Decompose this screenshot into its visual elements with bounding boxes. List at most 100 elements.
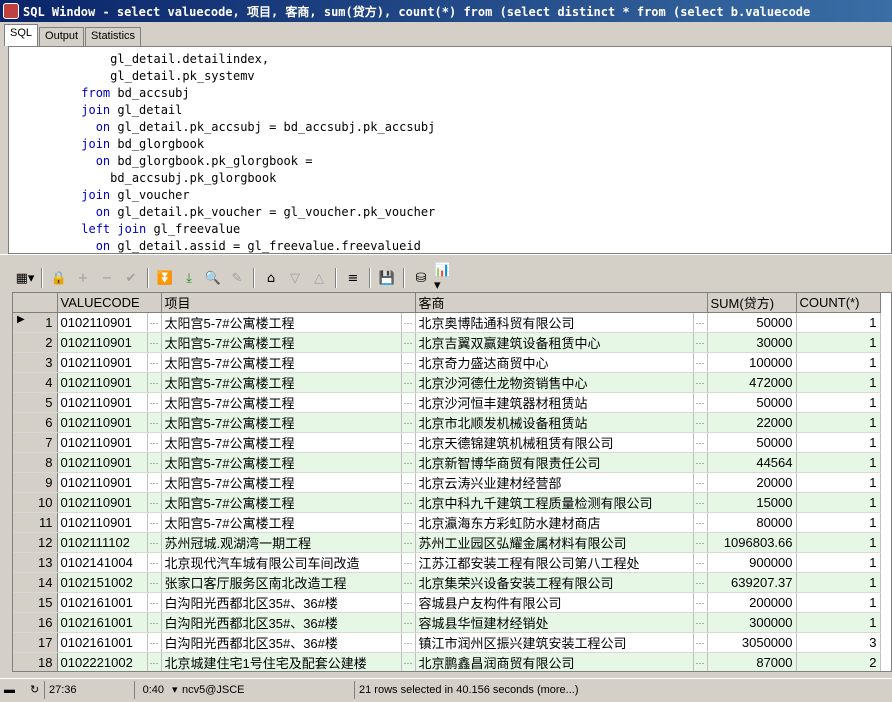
cell-editor-button[interactable]: ··· xyxy=(147,492,162,513)
cell-count[interactable]: 1 xyxy=(796,372,881,393)
cell-editor-button[interactable]: ··· xyxy=(693,632,708,653)
table-row[interactable]: 1 ▶ 0102110901 ··· 太阳宫5-7#公寓楼工程 ··· 北京奥博陆通科贸有限… xyxy=(13,312,881,333)
table-row[interactable]: 13 0102141004 ··· 北京现代汽车城有限公司车间改造 ··· 江苏江都安装工… xyxy=(13,552,881,573)
cell-valuecode[interactable]: 0102111102 xyxy=(57,532,148,553)
cell-count[interactable]: 1 xyxy=(796,352,881,373)
cell-editor-button[interactable]: ··· xyxy=(147,412,162,433)
row-number[interactable]: 7 xyxy=(13,432,58,453)
cell-count[interactable]: 1 xyxy=(796,552,881,573)
cell-project[interactable]: 太阳宫5-7#公寓楼工程 xyxy=(161,432,402,453)
cell-editor-button[interactable]: ··· xyxy=(147,612,162,633)
cell-sum[interactable]: 80000 xyxy=(707,512,797,533)
cell-project[interactable]: 太阳宫5-7#公寓楼工程 xyxy=(161,452,402,473)
cell-valuecode[interactable]: 0102110901 xyxy=(57,432,148,453)
cell-editor-button[interactable]: ··· xyxy=(693,372,708,393)
column-header-project[interactable]: 项目 xyxy=(161,293,416,313)
cell-editor-button[interactable]: ··· xyxy=(147,372,162,393)
cell-editor-button[interactable]: ··· xyxy=(693,492,708,513)
cell-editor-button[interactable]: ··· xyxy=(147,572,162,593)
cell-editor-button[interactable]: ··· xyxy=(401,572,416,593)
cell-sum[interactable]: 900000 xyxy=(707,552,797,573)
cell-count[interactable]: 3 xyxy=(796,632,881,653)
row-number[interactable]: 5 xyxy=(13,392,58,413)
column-header-vendor[interactable]: 客商 xyxy=(415,293,708,313)
cell-editor-button[interactable]: ··· xyxy=(401,392,416,413)
cell-count[interactable]: 1 xyxy=(796,332,881,353)
cell-editor-button[interactable]: ··· xyxy=(147,432,162,453)
row-number[interactable]: 10 xyxy=(13,492,58,513)
cell-project[interactable]: 太阳宫5-7#公寓楼工程 xyxy=(161,412,402,433)
cell-vendor[interactable]: 北京吉翼双赢建筑设备租赁中心 xyxy=(415,332,694,353)
cell-editor-button[interactable]: ··· xyxy=(147,332,162,353)
cell-count[interactable]: 1 xyxy=(796,412,881,433)
cell-editor-button[interactable]: ··· xyxy=(693,352,708,373)
cell-editor-button[interactable]: ··· xyxy=(147,512,162,533)
cell-editor-button[interactable]: ··· xyxy=(401,632,416,653)
cell-sum[interactable]: 50000 xyxy=(707,312,797,333)
cell-editor-button[interactable]: ··· xyxy=(147,472,162,493)
cell-editor-button[interactable]: ··· xyxy=(693,592,708,613)
cell-sum[interactable]: 200000 xyxy=(707,592,797,613)
column-header-count[interactable]: COUNT(*) xyxy=(796,293,881,313)
cell-vendor[interactable]: 北京瀛海东方彩虹防水建材商店 xyxy=(415,512,694,533)
cell-sum[interactable]: 87000 xyxy=(707,652,797,671)
cell-count[interactable]: 2 xyxy=(796,652,881,671)
cell-valuecode[interactable]: 0102161001 xyxy=(57,612,148,633)
add-record-icon[interactable]: + xyxy=(72,267,94,289)
row-number[interactable]: 2 xyxy=(13,332,58,353)
cell-editor-button[interactable]: ··· xyxy=(401,492,416,513)
sql-editor[interactable]: gl_detail.detailindex, gl_detail.pk_syst… xyxy=(8,46,892,254)
row-number[interactable]: 18 xyxy=(13,652,58,671)
table-row[interactable]: 16 0102161001 ··· 白沟阳光西都北区35#、36#楼 ··· 容城县华恒建… xyxy=(13,612,881,633)
chart-icon[interactable]: 📊▾ xyxy=(434,263,456,293)
connection-dropdown-icon[interactable]: ▾ xyxy=(168,681,178,699)
cell-sum[interactable]: 639207.37 xyxy=(707,572,797,593)
find-icon[interactable]: 🔍 xyxy=(202,267,224,289)
cell-valuecode[interactable]: 0102221002 xyxy=(57,652,148,671)
table-row[interactable]: 9 0102110901 ··· 太阳宫5-7#公寓楼工程 ··· 北京云涛兴业建材经营部… xyxy=(13,472,881,493)
cell-valuecode[interactable]: 0102110901 xyxy=(57,312,148,333)
cell-vendor[interactable]: 北京市北顺发机械设备租赁站 xyxy=(415,412,694,433)
post-changes-icon[interactable]: ✔ xyxy=(120,267,142,289)
cell-editor-button[interactable]: ··· xyxy=(401,452,416,473)
cell-project[interactable]: 白沟阳光西都北区35#、36#楼 xyxy=(161,632,402,653)
cell-vendor[interactable]: 北京天德锦建筑机械租赁有限公司 xyxy=(415,432,694,453)
cell-valuecode[interactable]: 0102161001 xyxy=(57,592,148,613)
cell-count[interactable]: 1 xyxy=(796,512,881,533)
cell-editor-button[interactable]: ··· xyxy=(401,512,416,533)
cell-sum[interactable]: 472000 xyxy=(707,372,797,393)
tab-statistics[interactable]: Statistics xyxy=(85,27,142,46)
cell-project[interactable]: 太阳宫5-7#公寓楼工程 xyxy=(161,512,402,533)
row-number[interactable]: 16 xyxy=(13,612,58,633)
cell-editor-button[interactable]: ··· xyxy=(401,532,416,553)
cell-vendor[interactable]: 北京鹏鑫昌润商贸有限公司 xyxy=(415,652,694,671)
row-number[interactable]: 9 xyxy=(13,472,58,493)
cell-valuecode[interactable]: 0102110901 xyxy=(57,472,148,493)
table-row[interactable]: 11 0102110901 ··· 太阳宫5-7#公寓楼工程 ··· 北京瀛海东方彩虹防水… xyxy=(13,512,881,533)
cell-editor-button[interactable]: ··· xyxy=(147,312,162,333)
cell-sum[interactable]: 20000 xyxy=(707,472,797,493)
cell-vendor[interactable]: 镇江市润州区振兴建筑安装工程公司 xyxy=(415,632,694,653)
cell-sum[interactable]: 50000 xyxy=(707,392,797,413)
cell-valuecode[interactable]: 0102110901 xyxy=(57,452,148,473)
refresh-icon[interactable]: ↻ xyxy=(26,681,44,699)
column-header-valuecode[interactable]: VALUECODE xyxy=(57,293,162,313)
cell-project[interactable]: 太阳宫5-7#公寓楼工程 xyxy=(161,492,402,513)
cell-editor-button[interactable]: ··· xyxy=(401,372,416,393)
tab-sql[interactable]: SQL xyxy=(4,24,39,46)
cell-editor-button[interactable]: ··· xyxy=(401,432,416,453)
cell-editor-button[interactable]: ··· xyxy=(147,652,162,671)
cell-editor-button[interactable]: ··· xyxy=(147,552,162,573)
cell-vendor[interactable]: 北京奇力盛达商贸中心 xyxy=(415,352,694,373)
cell-count[interactable]: 1 xyxy=(796,592,881,613)
cell-editor-button[interactable]: ··· xyxy=(693,432,708,453)
connection-label[interactable]: ncv5@JSCE xyxy=(178,681,354,699)
row-number[interactable]: 13 xyxy=(13,552,58,573)
cell-editor-button[interactable]: ··· xyxy=(693,532,708,553)
cell-sum[interactable]: 22000 xyxy=(707,412,797,433)
row-number[interactable]: 6 xyxy=(13,412,58,433)
cell-valuecode[interactable]: 0102151002 xyxy=(57,572,148,593)
cell-project[interactable]: 太阳宫5-7#公寓楼工程 xyxy=(161,372,402,393)
cell-editor-button[interactable]: ··· xyxy=(401,612,416,633)
cell-vendor[interactable]: 容城县华恒建材经销处 xyxy=(415,612,694,633)
